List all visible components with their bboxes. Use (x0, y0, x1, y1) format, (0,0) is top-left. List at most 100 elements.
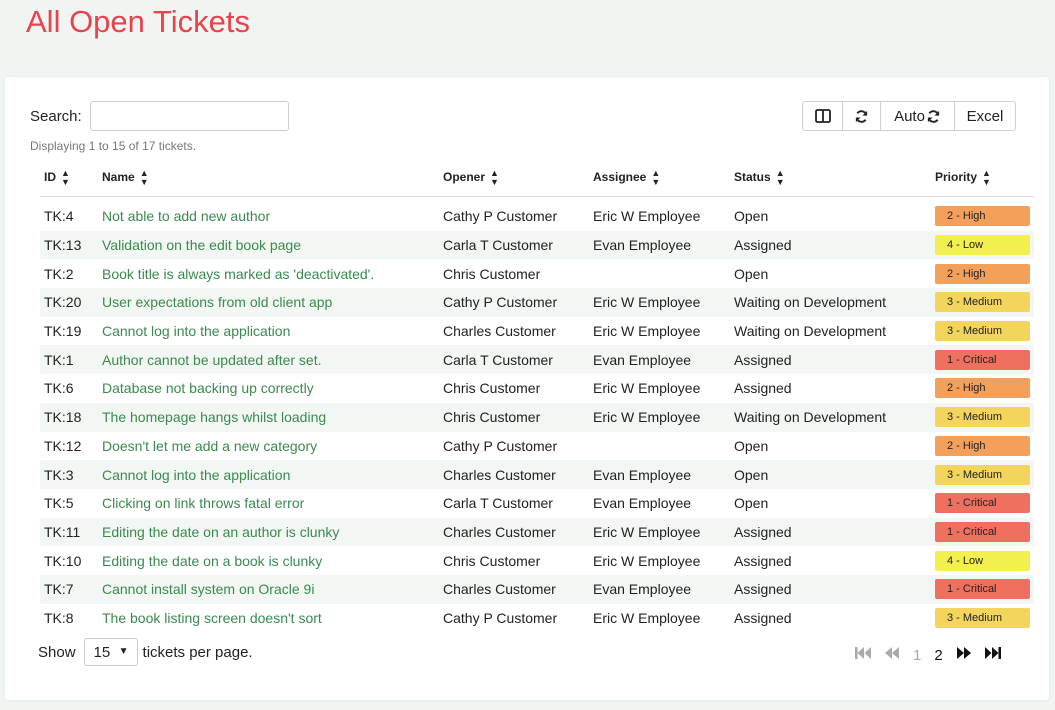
ticket-name-link[interactable]: User expectations from old client app (98, 288, 439, 317)
ticket-name-link[interactable]: Doesn't let me add a new category (98, 432, 439, 461)
column-header-assignee[interactable]: Assignee ▲ ▼ (589, 161, 730, 197)
ticket-opener: Chris Customer (443, 265, 541, 282)
table-row: TK:20 User expectations from old client a… (40, 288, 1034, 317)
ticket-assignee: Eric W Employee (593, 552, 701, 569)
page-link-1[interactable]: 1 (913, 647, 921, 664)
ticket-status: Open (734, 208, 769, 225)
columns-icon (814, 109, 831, 123)
ticket-name-link[interactable]: Not able to add new author (98, 202, 439, 231)
ticket-opener: Chris Customer (439, 402, 589, 432)
sort-icon: ▲ ▼ (490, 168, 499, 188)
ticket-id: TK:8 (44, 609, 74, 626)
first-page-icon[interactable] (855, 646, 872, 664)
last-page-icon[interactable] (984, 646, 1001, 664)
ticket-id: TK:3 (40, 460, 98, 489)
ticket-opener: Cathy P Customer (443, 208, 558, 225)
ticket-name-link[interactable]: Book title is always marked as 'deactiva… (98, 259, 439, 288)
sort-icon: ▲ ▼ (651, 168, 661, 188)
ticket-status: Assigned (734, 609, 792, 626)
ticket-opener: Carla T Customer (439, 230, 589, 260)
ticket-status: Assigned (734, 552, 792, 569)
ticket-name-link[interactable]: Cannot log into the application (98, 460, 439, 489)
ticket-id: TK:7 (40, 574, 98, 604)
ticket-name-link[interactable]: The book listing screen doesn't sort (98, 604, 439, 633)
ticket-id: TK:20 (40, 288, 98, 317)
page-size-control: Show 15 ▼ tickets per page. (38, 638, 253, 666)
priority-badge: 1 - Critical (935, 493, 1030, 514)
chevron-down-icon: ▼ (118, 646, 129, 657)
priority-cell: 1 - Critical (931, 574, 1034, 604)
sort-icon: ▲ ▼ (61, 168, 70, 188)
previous-page-icon[interactable] (885, 646, 900, 664)
ticket-opener: Charles Customer (439, 517, 589, 547)
ticket-name-link[interactable]: Author cannot be updated after set. (98, 345, 439, 375)
priority-cell: 2 - High (931, 259, 1034, 288)
ticket-opener: Cathy P Customer (443, 609, 558, 626)
sort-icon: ▲ ▼ (982, 168, 991, 188)
excel-export-button[interactable]: Excel (955, 102, 1015, 130)
page-link-2[interactable]: 2 (934, 647, 942, 664)
table-row: TK:13 Validation on the edit book page Car… (40, 230, 1034, 260)
auto-refresh-button[interactable]: Auto (881, 102, 955, 130)
ticket-name-link[interactable]: Clicking on link throws fatal error (98, 489, 439, 518)
ticket-name-link[interactable]: Validation on the edit book page (98, 230, 439, 260)
ticket-rows: TK:4 Not able to add new author Cathy P Cu… (40, 202, 1034, 632)
ticket-opener: Charles Customer (443, 323, 556, 340)
columns-button[interactable] (803, 102, 843, 130)
column-header-id[interactable]: ID ▲ ▼ (40, 161, 98, 197)
table-row: TK:8 The book listing screen doesn't sort… (40, 604, 1034, 633)
ticket-name-link[interactable]: Database not backing up correctly (98, 374, 439, 403)
ticket-assignee: Eric W Employee (593, 208, 701, 225)
priority-badge: 2 - High (935, 435, 1030, 456)
ticket-name-link[interactable]: The homepage hangs whilst loading (98, 402, 439, 432)
ticket-name-link[interactable]: Editing the date on a book is clunky (98, 546, 439, 575)
ticket-status: Assigned (734, 380, 792, 397)
column-header-opener[interactable]: Opener ▲ ▼ (439, 161, 589, 197)
ticket-id: TK:5 (44, 495, 74, 512)
next-page-icon[interactable] (956, 646, 971, 664)
search-input[interactable] (90, 101, 289, 131)
ticket-assignee: Evan Employee (589, 345, 730, 375)
ticket-status: Assigned (730, 345, 931, 375)
ticket-opener: Charles Customer (439, 574, 589, 604)
ticket-opener: Cathy P Customer (443, 437, 558, 454)
priority-cell: 4 - Low (931, 546, 1034, 575)
ticket-id: TK:6 (44, 380, 74, 397)
page-size-select[interactable]: 15 ▼ (83, 638, 138, 666)
ticket-assignee (589, 259, 730, 288)
priority-badge: 4 - Low (935, 235, 1030, 256)
ticket-id: TK:19 (44, 323, 82, 340)
ticket-id: TK:4 (44, 208, 74, 225)
ticket-opener: Cathy P Customer (439, 288, 589, 317)
ticket-opener: Chris Customer (443, 552, 541, 569)
display-info: Displaying 1 to 15 of 17 tickets. (30, 139, 197, 153)
table-row: TK:10 Editing the date on a book is clunk… (40, 546, 1034, 575)
page-title: All Open Tickets (26, 4, 250, 39)
column-header-priority[interactable]: Priority ▲ ▼ (931, 161, 1034, 197)
ticket-assignee: Evan Employee (589, 460, 730, 489)
table-row: TK:7 Cannot install system on Oracle 9i Ch… (40, 574, 1034, 604)
ticket-status: Waiting on Development (734, 323, 887, 340)
ticket-status: Assigned (730, 230, 931, 260)
table-row: TK:1 Author cannot be updated after set. C… (40, 345, 1034, 375)
priority-badge: 4 - Low (935, 550, 1030, 571)
priority-cell: 1 - Critical (931, 345, 1034, 375)
ticket-name-link[interactable]: Editing the date on an author is clunky (98, 517, 439, 547)
table-row: TK:19 Cannot log into the application Char… (40, 317, 1034, 346)
refresh-button[interactable] (843, 102, 881, 130)
ticket-opener: Charles Customer (439, 460, 589, 489)
ticket-status: Waiting on Development (730, 288, 931, 317)
ticket-assignee: Eric W Employee (589, 402, 730, 432)
priority-badge: 1 - Critical (935, 579, 1030, 600)
column-header-name[interactable]: Name ▲ ▼ (98, 161, 439, 197)
ticket-name-link[interactable]: Cannot log into the application (98, 317, 439, 346)
ticket-id: TK:12 (44, 437, 82, 454)
ticket-id: TK:10 (44, 552, 82, 569)
priority-cell: 2 - High (931, 374, 1034, 403)
ticket-status: Open (730, 460, 931, 489)
priority-cell: 1 - Critical (931, 489, 1034, 518)
column-header-status[interactable]: Status ▲ ▼ (730, 161, 931, 197)
ticket-name-link[interactable]: Cannot install system on Oracle 9i (98, 574, 439, 604)
priority-badge: 1 - Critical (935, 521, 1030, 542)
priority-cell: 1 - Critical (931, 517, 1034, 547)
